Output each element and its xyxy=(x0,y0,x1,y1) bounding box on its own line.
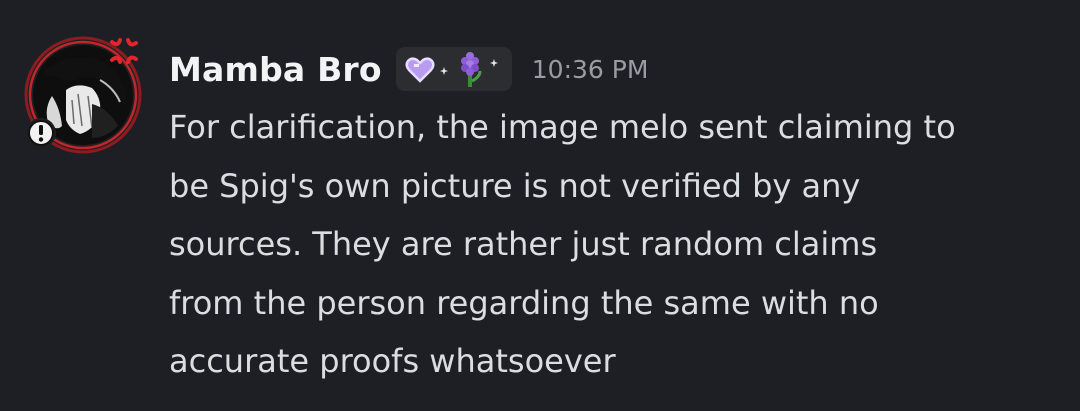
message-content: For clarification, the image melo sent c… xyxy=(169,98,1069,391)
author-username[interactable]: Mamba Bro xyxy=(169,50,382,89)
anger-symbol-icon xyxy=(110,38,138,64)
message-text-line: sources. They are rather just random cla… xyxy=(169,225,878,263)
hyacinth-icon xyxy=(460,52,482,87)
message-text-line: from the person regarding the same with … xyxy=(169,283,879,322)
exclamation-badge-icon xyxy=(26,118,56,148)
message-text-line: be Spig's own picture is not verified by… xyxy=(169,166,861,205)
message-text-line: For clarification, the image melo sent c… xyxy=(169,108,956,146)
chat-message: Mamba Bro 10:36 PM For clarification, th… xyxy=(0,0,1080,411)
purple-heart-icon xyxy=(405,57,435,83)
avatar[interactable] xyxy=(22,34,144,156)
sparkle-icon xyxy=(489,59,498,67)
message-timestamp[interactable]: 10:36 PM xyxy=(532,55,649,84)
sparkle-icon xyxy=(439,67,448,75)
message-text-line: accurate proofs whatsoever xyxy=(169,342,616,380)
message-header: Mamba Bro 10:36 PM xyxy=(169,44,648,94)
guild-tag[interactable] xyxy=(395,47,512,91)
